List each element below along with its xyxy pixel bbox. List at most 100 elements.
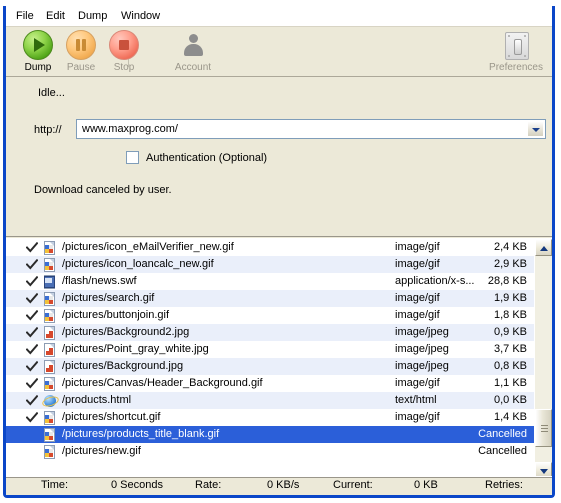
status-bar: Time: 0 Seconds Rate: 0 KB/s Current: 0 … [6, 476, 552, 495]
file-size: 0,0 KB [494, 392, 527, 409]
file-type: image/gif [395, 307, 440, 324]
file-size: 28,8 KB [488, 273, 527, 290]
file-type: image/gif [395, 290, 440, 307]
row-check[interactable] [26, 341, 38, 358]
table-row[interactable]: /products.htmltext/html0,0 KB [6, 392, 535, 409]
gif-file-icon [43, 258, 56, 272]
time-label: Time: [41, 479, 68, 491]
url-input-value[interactable]: www.maxprog.com/ [82, 123, 178, 135]
current-value: 0 KB [414, 479, 438, 491]
check-icon [26, 293, 38, 304]
row-check[interactable] [26, 239, 38, 256]
current-label: Current: [333, 479, 373, 491]
gif-file-icon [43, 292, 56, 306]
table-row[interactable]: /pictures/Point_gray_white.jpgimage/jpeg… [6, 341, 535, 358]
file-name: /pictures/products_title_blank.gif [62, 426, 219, 443]
status-message: Download canceled by user. [34, 184, 172, 196]
preferences-button[interactable]: Preferences [484, 30, 548, 73]
file-size: 2,4 KB [494, 239, 527, 256]
gif-file-icon [43, 428, 56, 442]
row-check[interactable] [26, 392, 38, 409]
file-size: 0,9 KB [494, 324, 527, 341]
vertical-scrollbar[interactable] [534, 239, 552, 479]
file-type: image/gif [395, 239, 440, 256]
retries-label: Retries: [485, 479, 523, 491]
table-row[interactable]: /pictures/search.gifimage/gif1,9 KB [6, 290, 535, 307]
gif-file-icon [43, 411, 56, 425]
main-window: File Edit Dump Window Dump Pause [3, 6, 555, 498]
pause-button[interactable]: Pause [57, 30, 105, 73]
row-check[interactable] [26, 409, 38, 426]
file-size: 1,8 KB [494, 307, 527, 324]
row-check[interactable] [26, 375, 38, 392]
chevron-down-icon [532, 128, 540, 132]
table-row[interactable]: /pictures/Background.jpgimage/jpeg0,8 KB [6, 358, 535, 375]
file-name: /pictures/icon_eMailVerifier_new.gif [62, 239, 234, 256]
stop-button-label: Stop [100, 62, 148, 73]
table-row[interactable]: /pictures/shortcut.gif image/gif 1,4 KB [6, 409, 535, 426]
file-name: /pictures/Canvas/Header_Background.gif [62, 375, 263, 392]
row-check[interactable] [26, 290, 38, 307]
menu-bar: File Edit Dump Window [6, 6, 552, 27]
table-row[interactable]: /pictures/icon_eMailVerifier_new.gif imag… [6, 239, 535, 256]
table-row[interactable]: /pictures/Background2.jpg image/jpeg 0,9 K… [6, 324, 535, 341]
table-row[interactable]: /pictures/Canvas/Header_Background.gifim… [6, 375, 535, 392]
file-size: 3,7 KB [494, 341, 527, 358]
chevron-up-icon [540, 246, 548, 251]
file-type: image/gif [395, 409, 440, 426]
file-type: image/jpeg [395, 324, 449, 341]
row-check[interactable] [26, 273, 38, 290]
jpg-file-icon [43, 360, 56, 374]
check-icon [26, 395, 38, 406]
check-icon [26, 310, 38, 321]
file-type: image/gif [395, 256, 440, 273]
row-check[interactable] [26, 256, 38, 273]
dump-button[interactable]: Dump [14, 30, 62, 73]
menu-file[interactable]: File [12, 9, 38, 23]
stop-circle-icon [109, 30, 139, 60]
html-file-icon [43, 394, 56, 408]
switch-plate-icon [500, 30, 532, 60]
play-circle-icon [23, 30, 53, 60]
file-name: /pictures/new.gif [62, 443, 141, 460]
file-size: 2,9 KB [494, 256, 527, 273]
panel-divider [6, 236, 552, 237]
scroll-up-button[interactable] [535, 239, 552, 256]
table-row[interactable]: /pictures/buttonjoin.gifimage/gif1,8 KB [6, 307, 535, 324]
file-type: application/x-s... [395, 273, 474, 290]
url-dropdown-button[interactable] [527, 121, 544, 137]
row-check[interactable] [26, 358, 38, 375]
gif-file-icon [43, 241, 56, 255]
menu-dump[interactable]: Dump [74, 9, 111, 23]
table-row[interactable]: /pictures/products_title_blank.gifCancel… [6, 426, 535, 443]
table-row[interactable]: /pictures/icon_loancalc_new.gifimage/gif… [6, 256, 535, 273]
scrollbar-thumb[interactable] [535, 409, 552, 447]
person-icon [178, 30, 208, 60]
stop-button[interactable]: Stop [100, 30, 148, 73]
jpg-file-icon [43, 343, 56, 357]
chevron-down-icon [540, 469, 548, 474]
table-row[interactable]: /pictures/new.gifCancelled [6, 443, 535, 460]
menu-edit[interactable]: Edit [42, 9, 69, 23]
authentication-checkbox[interactable] [126, 151, 139, 164]
time-value: 0 Seconds [111, 479, 163, 491]
file-type: image/jpeg [395, 358, 449, 375]
file-size: 1,4 KB [494, 409, 527, 426]
file-name: /pictures/Background.jpg [62, 358, 183, 375]
file-list-panel: /pictures/icon_eMailVerifier_new.gifimag… [6, 238, 552, 479]
file-name: /pictures/search.gif [62, 290, 154, 307]
url-combo-box[interactable]: www.maxprog.com/ [76, 119, 546, 139]
file-list[interactable]: /pictures/icon_eMailVerifier_new.gifimag… [6, 239, 535, 479]
row-check[interactable] [26, 307, 38, 324]
menu-window[interactable]: Window [117, 9, 164, 23]
file-name: /pictures/shortcut.gif [62, 409, 160, 426]
check-icon [26, 327, 38, 338]
row-check[interactable] [26, 324, 38, 341]
file-name: /pictures/Background2.jpg [62, 324, 189, 341]
scrollbar-grip [541, 425, 548, 432]
table-row[interactable]: /flash/news.swfapplication/x-s...28,8 KB [6, 273, 535, 290]
file-size: 1,1 KB [494, 375, 527, 392]
account-button[interactable]: Account [162, 30, 224, 73]
file-type: image/jpeg [395, 341, 449, 358]
toolbar: Dump Pause Stop Account [6, 27, 552, 78]
